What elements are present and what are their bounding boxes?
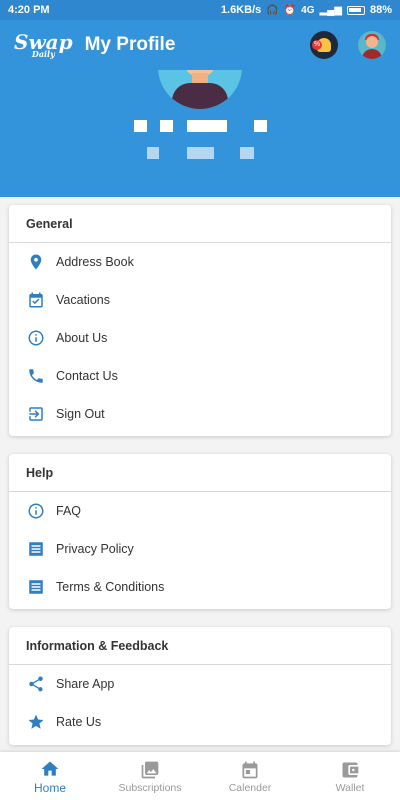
app-bar: Swap Daily My Profile bbox=[0, 20, 400, 70]
bottom-navigation: Home Subscriptions Calender Wallet bbox=[0, 752, 400, 800]
battery-icon bbox=[346, 5, 365, 15]
menu-item-label: Address Book bbox=[56, 255, 134, 269]
calendar-icon bbox=[239, 759, 261, 781]
section-title: Help bbox=[9, 454, 391, 492]
logo-text-bottom: Daily bbox=[31, 49, 55, 59]
status-time: 4:20 PM bbox=[8, 4, 50, 16]
sign-out-icon bbox=[26, 404, 46, 424]
nav-subscriptions[interactable]: Subscriptions bbox=[100, 752, 200, 800]
menu-item-share-app[interactable]: Share App bbox=[9, 665, 391, 703]
avatar-torso bbox=[172, 83, 228, 109]
section-card-help: Help FAQ Privacy Policy Terms & Conditio… bbox=[9, 454, 391, 609]
home-icon bbox=[39, 758, 61, 780]
section-title: Information & Feedback bbox=[9, 627, 391, 665]
section-card-general: General Address Book Vacations About Us … bbox=[9, 205, 391, 436]
menu-item-sign-out[interactable]: Sign Out bbox=[9, 395, 391, 433]
document-icon bbox=[26, 577, 46, 597]
menu-item-label: Vacations bbox=[56, 293, 110, 307]
nav-wallet[interactable]: Wallet bbox=[300, 752, 400, 800]
battery-level: 88% bbox=[369, 4, 392, 16]
nav-home[interactable]: Home bbox=[0, 752, 100, 800]
app-logo: Swap Daily bbox=[14, 32, 73, 58]
menu-item-label: FAQ bbox=[56, 504, 82, 518]
menu-item-rate-us[interactable]: Rate Us bbox=[9, 703, 391, 741]
menu-item-terms-conditions[interactable]: Terms & Conditions bbox=[9, 568, 391, 606]
nav-label: Wallet bbox=[335, 781, 365, 794]
share-icon bbox=[26, 674, 46, 694]
signal-icon: ▂▄▆ bbox=[319, 4, 342, 16]
avatar-body bbox=[362, 49, 382, 59]
profile-avatar-button[interactable] bbox=[358, 31, 386, 59]
menu-item-label: Sign Out bbox=[56, 407, 105, 421]
menu-item-label: Share App bbox=[56, 677, 115, 691]
menu-item-vacations[interactable]: Vacations bbox=[9, 281, 391, 319]
nav-label: Subscriptions bbox=[118, 781, 182, 794]
menu-item-label: Privacy Policy bbox=[56, 542, 134, 556]
menu-item-contact-us[interactable]: Contact Us bbox=[9, 357, 391, 395]
image-icon bbox=[139, 759, 161, 781]
info-icon bbox=[26, 501, 46, 521]
location-pin-icon bbox=[26, 252, 46, 272]
network-speed: 1.6KB/s bbox=[220, 4, 262, 16]
star-icon bbox=[26, 712, 46, 732]
phone-icon bbox=[26, 366, 46, 386]
profile-avatar-large bbox=[158, 70, 242, 109]
status-bar: 4:20 PM 1.6KB/s 🎧 ⏰ 4G ▂▄▆ 88% bbox=[0, 0, 400, 20]
nav-label: Calender bbox=[228, 781, 272, 794]
alarm-icon: ⏰ bbox=[283, 4, 297, 16]
offer-bell-icon bbox=[312, 38, 331, 52]
network-type: 4G bbox=[301, 4, 315, 16]
menu-item-faq[interactable]: FAQ bbox=[9, 492, 391, 530]
nav-calender[interactable]: Calender bbox=[200, 752, 300, 800]
section-title: General bbox=[9, 205, 391, 243]
document-icon bbox=[26, 539, 46, 559]
offer-bell-button[interactable] bbox=[310, 31, 338, 59]
page-title: My Profile bbox=[84, 34, 176, 55]
nav-label: Home bbox=[33, 780, 66, 795]
menu-item-label: Contact Us bbox=[56, 369, 118, 383]
headset-icon: 🎧 bbox=[266, 4, 279, 16]
menu-item-label: Terms & Conditions bbox=[56, 580, 165, 594]
menu-item-label: Rate Us bbox=[56, 715, 102, 729]
profile-header bbox=[0, 70, 400, 197]
menu-item-label: About Us bbox=[56, 331, 108, 345]
info-icon bbox=[26, 328, 46, 348]
menu-item-about-us[interactable]: About Us bbox=[9, 319, 391, 357]
wallet-icon bbox=[339, 759, 361, 781]
menu-item-privacy-policy[interactable]: Privacy Policy bbox=[9, 530, 391, 568]
section-card-information-feedback: Information & Feedback Share App Rate Us bbox=[9, 627, 391, 745]
avatar-head bbox=[366, 36, 378, 48]
calendar-check-icon bbox=[26, 290, 46, 310]
menu-item-address-book[interactable]: Address Book bbox=[9, 243, 391, 281]
